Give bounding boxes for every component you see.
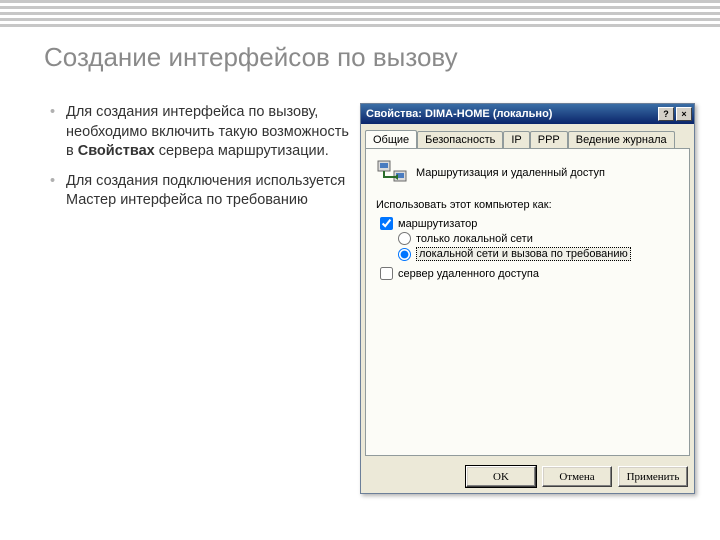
- checkbox-ras-label: сервер удаленного доступа: [398, 268, 539, 280]
- radio-lan-demand-input[interactable]: [398, 248, 411, 261]
- tab-ppp[interactable]: PPP: [530, 131, 568, 149]
- checkbox-ras-input[interactable]: [380, 267, 393, 280]
- tab-security[interactable]: Безопасность: [417, 131, 503, 149]
- cancel-button[interactable]: Отмена: [542, 466, 612, 487]
- bullet-item: Для создания подключения используется Ма…: [50, 172, 360, 211]
- checkbox-ras[interactable]: сервер удаленного доступа: [380, 267, 679, 280]
- tab-logging[interactable]: Ведение журнала: [568, 131, 675, 149]
- tab-strip: Общие Безопасность IP PPP Ведение журнал…: [361, 124, 694, 148]
- routing-icon: [376, 157, 408, 189]
- radio-lan-demand[interactable]: локальной сети и вызова по требованию: [398, 247, 679, 261]
- radio-lan-demand-label: локальной сети и вызова по требованию: [416, 247, 631, 261]
- dialog-buttons: OK Отмена Применить: [361, 460, 694, 493]
- help-button[interactable]: ?: [658, 107, 674, 121]
- tab-panel-general: Маршрутизация и удаленный доступ Использ…: [365, 148, 690, 456]
- checkbox-router-input[interactable]: [380, 217, 393, 230]
- bullet-item: Для создания интерфейса по вызову, необх…: [50, 103, 360, 162]
- apply-button[interactable]: Применить: [618, 466, 688, 487]
- use-as-label: Использовать этот компьютер как:: [376, 199, 679, 211]
- bullet-list: Для создания интерфейса по вызову, необх…: [50, 103, 360, 494]
- radio-lan-only-input[interactable]: [398, 232, 411, 245]
- tab-ip[interactable]: IP: [503, 131, 529, 149]
- tab-general[interactable]: Общие: [365, 130, 417, 148]
- titlebar[interactable]: Свойства: DIMA-HOME (локально) ? ×: [361, 104, 694, 124]
- radio-lan-only[interactable]: только локальной сети: [398, 232, 679, 245]
- checkbox-router-label: маршрутизатор: [398, 218, 477, 230]
- panel-heading: Маршрутизация и удаленный доступ: [416, 167, 605, 179]
- ok-button[interactable]: OK: [466, 466, 536, 487]
- radio-lan-only-label: только локальной сети: [416, 233, 533, 245]
- window-title: Свойства: DIMA-HOME (локально): [363, 108, 656, 120]
- decorative-lines: [0, 0, 720, 30]
- checkbox-router[interactable]: маршрутизатор: [380, 217, 679, 230]
- close-button[interactable]: ×: [676, 107, 692, 121]
- properties-dialog: Свойства: DIMA-HOME (локально) ? × Общие…: [360, 103, 695, 494]
